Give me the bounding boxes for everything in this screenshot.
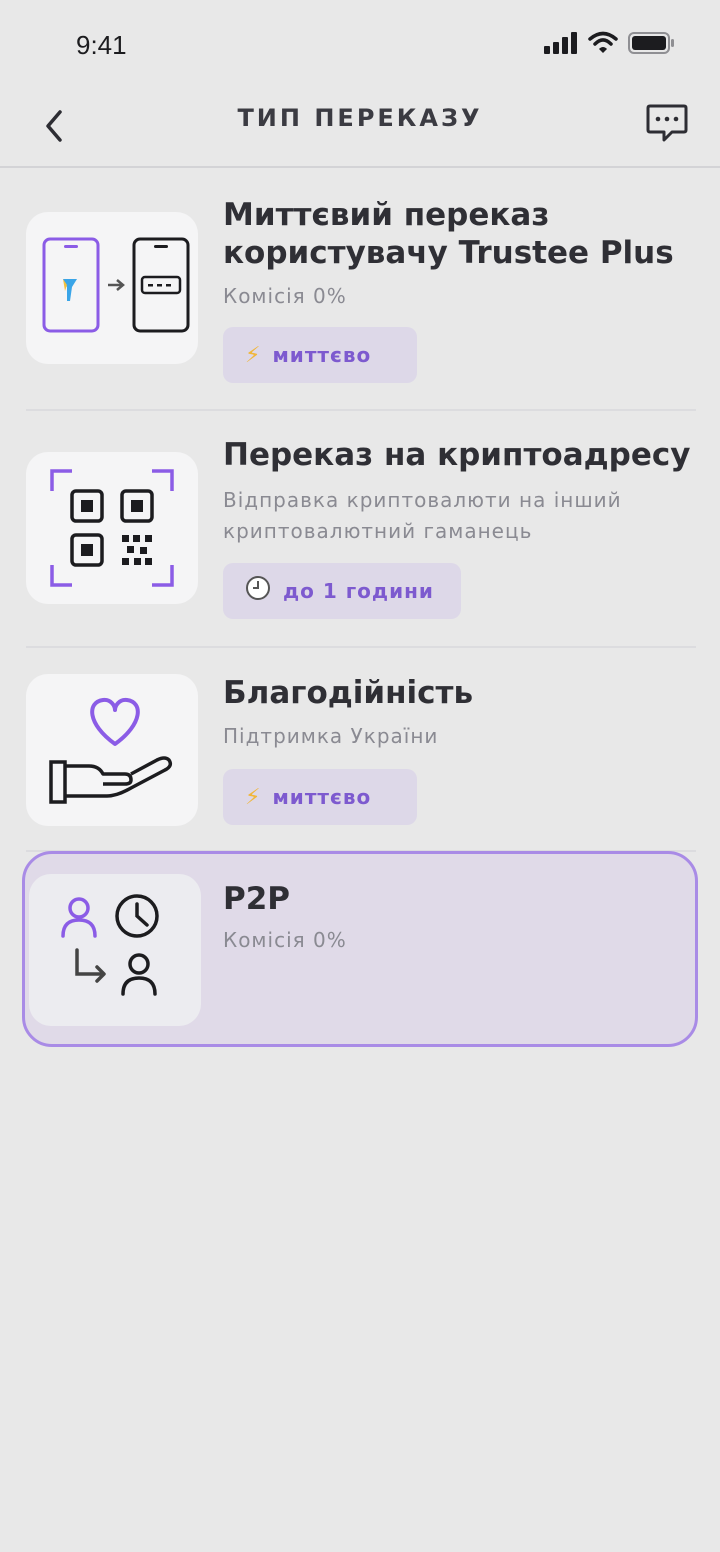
option-crypto-address[interactable]: Переказ на криптоадресу Відправка крипто… (0, 432, 720, 632)
option-description: Підтримка України (223, 724, 439, 748)
option-fee: Комісія 0% (223, 284, 347, 308)
p2p-illustration (29, 874, 201, 1026)
page-title: ТИП ПЕРЕКАЗУ (237, 104, 483, 132)
status-icons (544, 29, 676, 57)
p2p-icon (61, 894, 159, 996)
heart-hand-icon (49, 697, 173, 804)
badge-label: миттєво (272, 785, 372, 809)
option-p2p[interactable]: P2P Комісія 0% (22, 851, 698, 1047)
crypto-address-illustration (26, 452, 198, 604)
option-charity[interactable]: Благодійність Підтримка України ⚡ миттєв… (0, 670, 720, 830)
phone-transfer-icon (42, 237, 190, 333)
status-time: 9:41 (76, 30, 127, 60)
speed-badge: ⚡ миттєво (223, 327, 417, 383)
option-title: Благодійність (223, 675, 474, 711)
lightning-icon: ⚡ (245, 342, 261, 368)
battery-icon (628, 32, 674, 54)
lightning-icon: ⚡ (245, 784, 261, 810)
option-title-line2: користувачу Trustee Plus (223, 235, 674, 271)
divider (26, 646, 696, 648)
chat-icon (646, 104, 688, 142)
clock-icon (245, 575, 271, 607)
option-title: Миттєвий переказ (223, 197, 550, 233)
signal-icon (544, 32, 577, 54)
badge-label: до 1 години (283, 579, 434, 603)
option-instant-transfer[interactable]: Миттєвий переказ користувачу Trustee Plu… (0, 196, 720, 396)
speed-badge: ⚡ миттєво (223, 769, 417, 825)
qr-code-icon (50, 469, 174, 587)
charity-illustration (26, 674, 198, 826)
wifi-icon (588, 31, 618, 53)
divider (26, 409, 696, 411)
option-description-line2: криптовалютний гаманець (223, 519, 533, 543)
option-title: P2P (223, 881, 291, 917)
option-fee: Комісія 0% (223, 928, 347, 952)
badge-label: миттєво (272, 343, 372, 367)
header: ТИП ПЕРЕКАЗУ (0, 90, 720, 168)
status-bar: 9:41 (0, 0, 720, 90)
option-description: Відправка криптовалюти на інший (223, 488, 622, 512)
instant-transfer-illustration (26, 212, 198, 364)
speed-badge: до 1 години (223, 563, 461, 619)
option-title: Переказ на криптоадресу (223, 437, 691, 473)
chat-button[interactable] (644, 98, 690, 144)
